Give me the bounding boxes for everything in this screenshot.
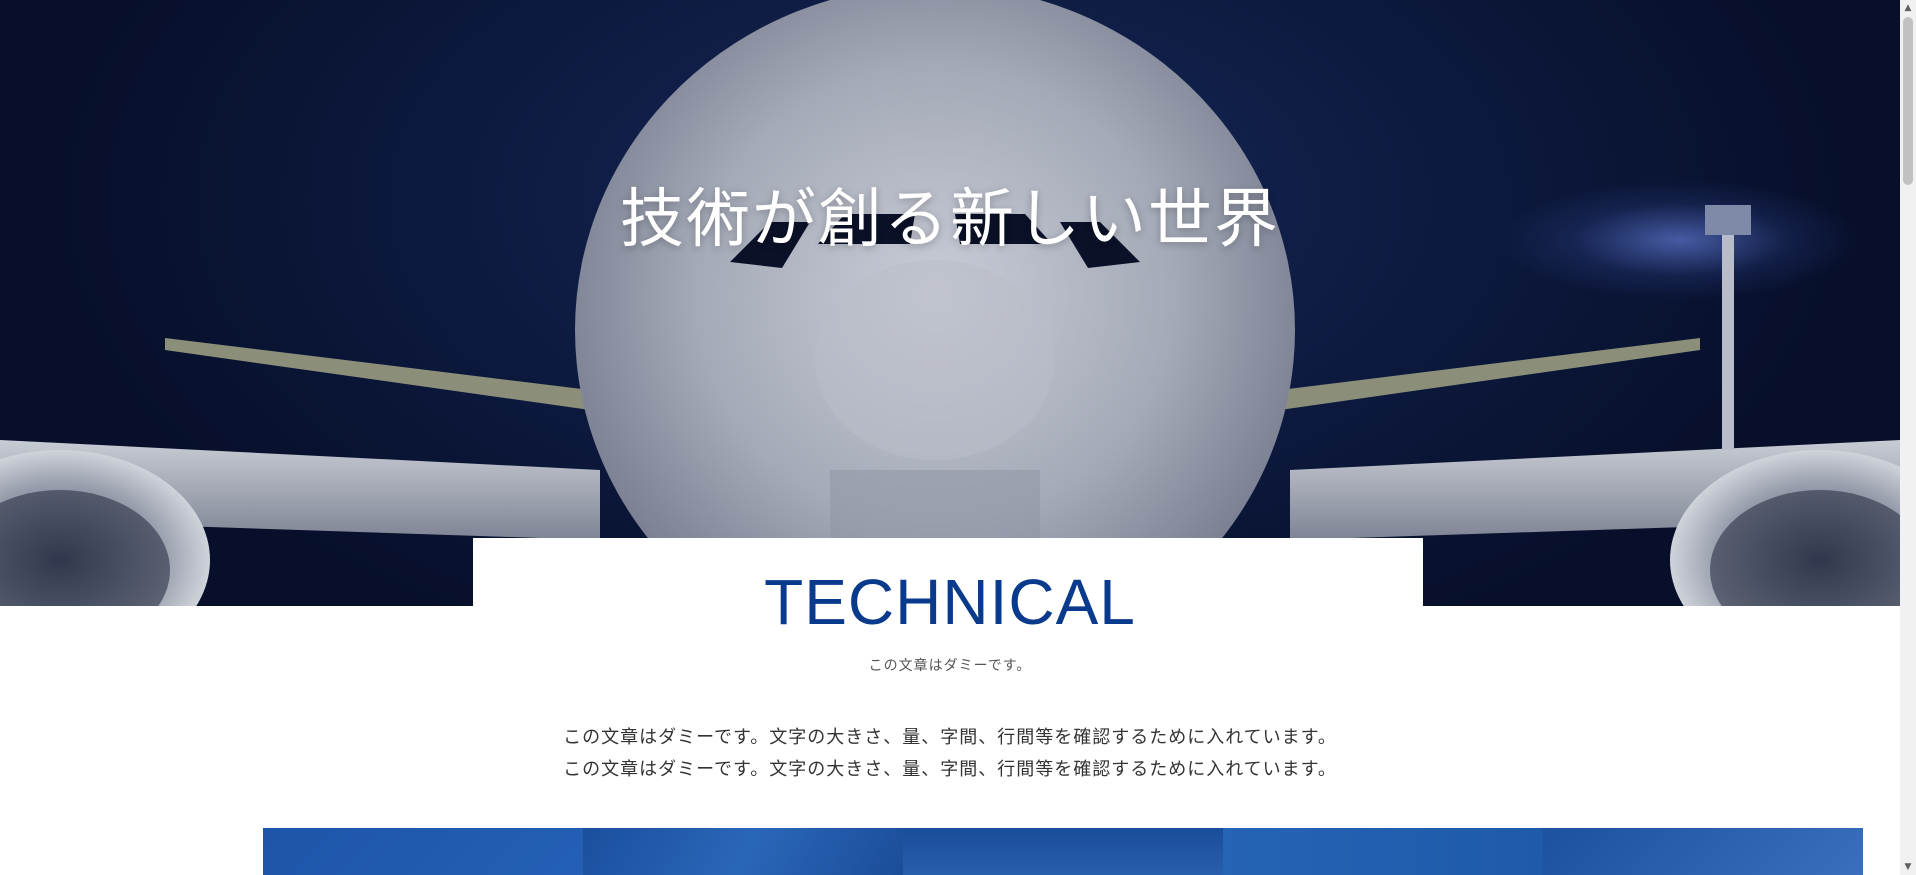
airplane-illustration	[0, 0, 1900, 606]
image-strip	[263, 828, 1863, 875]
page: 技術が創る新しい世界 TECHNICAL この文章はダミーです。 この文章はダミ…	[0, 0, 1900, 875]
scroll-down-arrow-icon[interactable]: ▼	[1900, 859, 1916, 875]
scroll-up-arrow-icon[interactable]: ▲	[1900, 0, 1916, 16]
image-tile[interactable]	[1223, 828, 1543, 875]
section-title: TECHNICAL	[764, 566, 1136, 638]
paragraph-line: この文章はダミーです。文字の大きさ、量、字間、行間等を確認するために入れています…	[563, 759, 1337, 780]
section-subtitle: この文章はダミーです。	[868, 658, 1032, 674]
image-tile[interactable]	[583, 828, 903, 875]
image-tile[interactable]	[1543, 828, 1863, 875]
paragraph-line: この文章はダミーです。文字の大きさ、量、字間、行間等を確認するために入れています…	[563, 727, 1337, 748]
scrollbar-thumb[interactable]	[1903, 17, 1913, 185]
section-paragraph: この文章はダミーです。文字の大きさ、量、字間、行間等を確認するために入れています…	[0, 722, 1900, 786]
hero-banner: 技術が創る新しい世界	[0, 0, 1900, 606]
hero-title: 技術が創る新しい世界	[620, 183, 1280, 257]
vertical-scrollbar[interactable]: ▲ ▼	[1900, 0, 1916, 875]
image-tile[interactable]	[263, 828, 583, 875]
image-tile[interactable]	[903, 828, 1223, 875]
